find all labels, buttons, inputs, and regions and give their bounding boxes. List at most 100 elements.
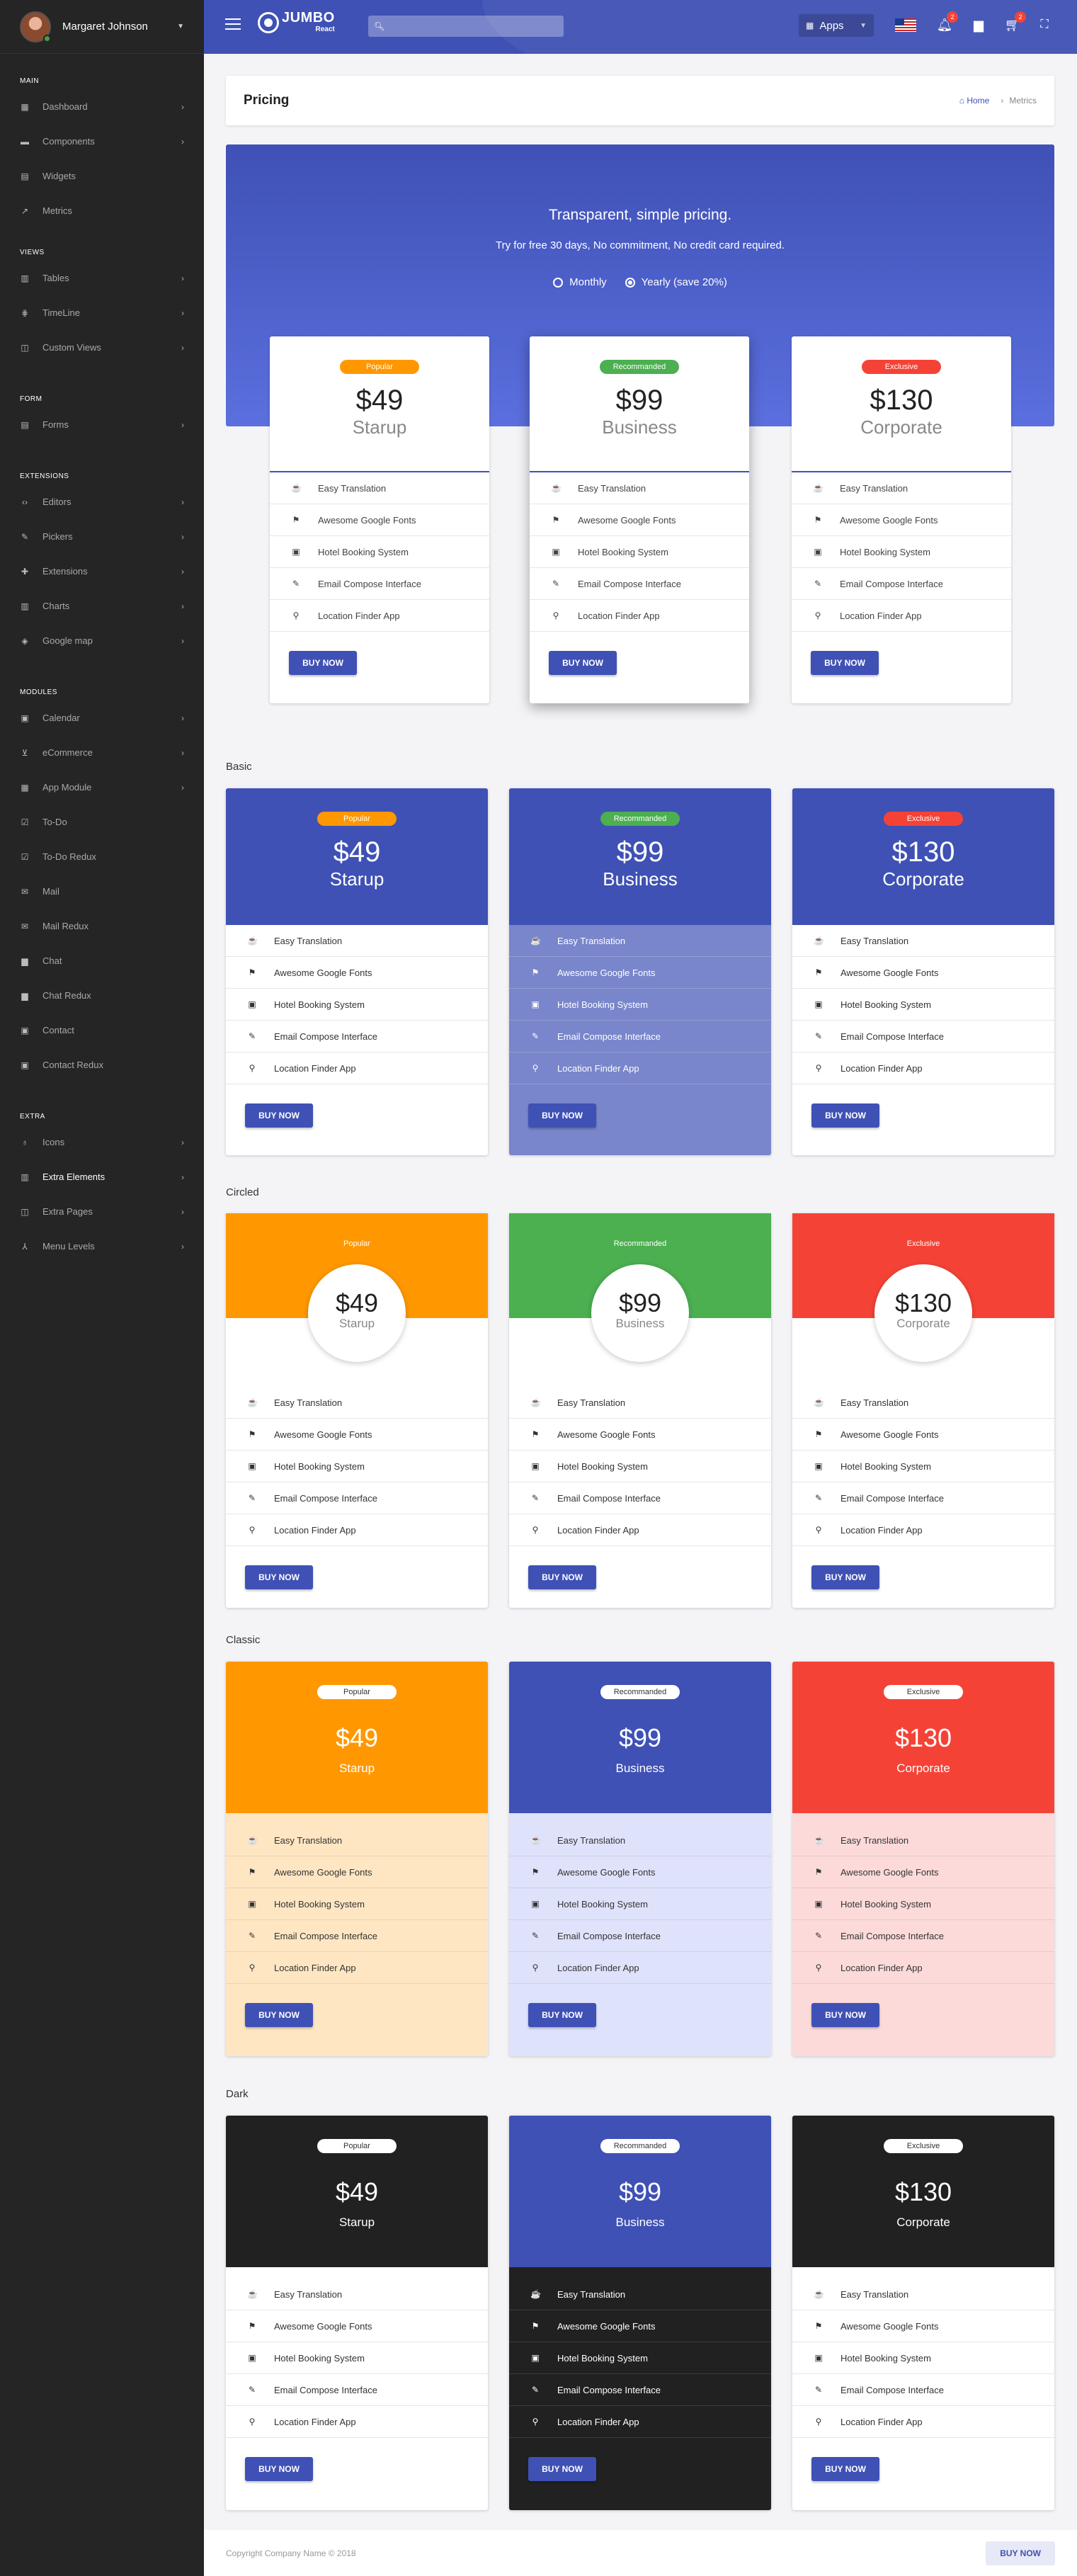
buy-now-button[interactable]: BUY NOW bbox=[811, 2003, 879, 2027]
buy-now-button[interactable]: BUY NOW bbox=[811, 1103, 879, 1128]
feature-label: Location Finder App bbox=[557, 1962, 639, 1973]
plan-name: Business bbox=[615, 1317, 665, 1330]
sidebar-item-metrics[interactable]: ↗ Metrics bbox=[0, 193, 204, 228]
footer-buy-button[interactable]: BUY NOW bbox=[986, 2541, 1055, 2565]
plan-badge: Recommanded bbox=[613, 1239, 667, 1248]
nav-section-main: Main bbox=[20, 77, 39, 85]
chevron-right-icon: › bbox=[181, 136, 184, 147]
cart-icon[interactable]: 🛒︎ 2 bbox=[1003, 11, 1026, 34]
sidebar-item-menu-levels[interactable]: ⅄ Menu Levels › bbox=[0, 1229, 204, 1264]
sidebar-item-contact-redux[interactable]: ▣ Contact Redux bbox=[0, 1048, 204, 1082]
sidebar-item-contact[interactable]: ▣ Contact bbox=[0, 1013, 204, 1048]
buy-now-button[interactable]: BUY NOW bbox=[245, 1565, 313, 1589]
feature-list: ☕ Easy Translation ⚑ Awesome Google Fonts ▣ H… bbox=[270, 472, 489, 632]
nav-section-modules: Modules bbox=[20, 688, 57, 696]
header-decoration bbox=[482, 0, 1077, 54]
feature-item: ☕ Easy Translation bbox=[226, 925, 488, 957]
sidebar-item-timeline[interactable]: ⋕ TimeLine › bbox=[0, 295, 204, 330]
sidebar-item-app-module[interactable]: ▦ App Module › bbox=[0, 770, 204, 805]
search-icon: 🔍︎ bbox=[374, 21, 385, 31]
sidebar-item-pickers[interactable]: ✎ Pickers › bbox=[0, 519, 204, 554]
sidebar-item-extra-pages[interactable]: ◫ Extra Pages › bbox=[0, 1194, 204, 1229]
plan-price: $99 bbox=[618, 1723, 662, 1752]
buy-now-button[interactable]: BUY NOW bbox=[289, 651, 357, 675]
radio-icon bbox=[553, 277, 564, 288]
hero-subtitle: Try for free 30 days, No commitment, No … bbox=[496, 239, 785, 251]
feature-label: Awesome Google Fonts bbox=[557, 967, 656, 978]
sidebar-item-chat[interactable]: ▆ Chat bbox=[0, 943, 204, 978]
sidebar-item-widgets[interactable]: ▤ Widgets bbox=[0, 159, 204, 193]
feature-label: Hotel Booking System bbox=[840, 1460, 931, 1472]
bell-icon[interactable]: 🔔︎ 2 bbox=[935, 11, 958, 34]
feature-label: Hotel Booking System bbox=[840, 999, 931, 1010]
sidebar-item-editors[interactable]: ‹› Editors › bbox=[0, 484, 204, 519]
sidebar-item-ecommerce[interactable]: ⊻ eCommerce › bbox=[0, 735, 204, 770]
search-box[interactable]: 🔍︎ bbox=[368, 16, 564, 37]
sidebar-nav: Main ▦ Dashboard › ▬ Components › ▤ Widgets ↗ Metr… bbox=[0, 62, 204, 1264]
sidebar-item-icons[interactable]: ♁ Icons › bbox=[0, 1125, 204, 1159]
sidebar-item-charts[interactable]: ▥ Charts › bbox=[0, 589, 204, 623]
pencil-icon: ✎ bbox=[531, 1931, 540, 1941]
buy-now-button[interactable]: BUY NOW bbox=[811, 651, 879, 675]
menu-icon[interactable] bbox=[225, 18, 241, 30]
buy-wrap: BUY NOW bbox=[509, 2438, 771, 2481]
sidebar-item-extra-elements[interactable]: ▥ Extra Elements › bbox=[0, 1159, 204, 1194]
calendar-icon: ▣ bbox=[531, 2353, 540, 2363]
buy-now-button[interactable]: BUY NOW bbox=[528, 2003, 596, 2027]
breadcrumb-home[interactable]: ⌂ Home bbox=[959, 96, 990, 106]
sidebar-item-custom-views[interactable]: ◫ Custom Views › bbox=[0, 330, 204, 365]
buy-now-button[interactable]: BUY NOW bbox=[528, 1103, 596, 1128]
chevron-right-icon: › bbox=[181, 747, 184, 758]
sidebar-item-mail[interactable]: ✉ Mail bbox=[0, 874, 204, 909]
feature-item: ✎ Email Compose Interface bbox=[530, 568, 749, 600]
sidebar-item-forms[interactable]: ▤ Forms › bbox=[0, 407, 204, 442]
feature-item: ☕ Easy Translation bbox=[509, 1825, 771, 1856]
radio-yearly[interactable]: Yearly (save 20%) bbox=[625, 276, 727, 288]
sidebar-item-dashboard[interactable]: ▦ Dashboard › bbox=[0, 89, 204, 124]
check-icon: ☑ bbox=[21, 817, 29, 827]
user-profile[interactable]: Margaret Johnson ▼ bbox=[0, 0, 204, 54]
pencil-icon: ✎ bbox=[552, 579, 560, 589]
feature-list: ☕ Easy Translation ⚑ Awesome Google Fonts ▣ H… bbox=[792, 1387, 1054, 1546]
sidebar-item-chat-redux[interactable]: ▆ Chat Redux bbox=[0, 978, 204, 1013]
trending-icon: ↗ bbox=[21, 205, 29, 216]
buy-now-button[interactable]: BUY NOW bbox=[811, 2457, 879, 2481]
sidebar-item-to-do-redux[interactable]: ☑ To-Do Redux bbox=[0, 839, 204, 874]
buy-now-button[interactable]: BUY NOW bbox=[245, 2457, 313, 2481]
sidebar-item-label: Menu Levels bbox=[42, 1241, 95, 1252]
us-flag-icon[interactable] bbox=[895, 18, 916, 32]
fullscreen-icon[interactable]: ⛶ bbox=[1035, 16, 1054, 34]
plan-price: $99 bbox=[615, 385, 663, 416]
location-icon: ⚲ bbox=[815, 2417, 822, 2427]
search-input[interactable] bbox=[390, 21, 554, 32]
views-icon: ◫ bbox=[21, 342, 29, 353]
sidebar-item-to-do[interactable]: ☑ To-Do bbox=[0, 805, 204, 839]
cup-icon: ☕ bbox=[814, 1835, 824, 1845]
message-icon[interactable]: ▆ bbox=[969, 16, 988, 34]
cup-icon: ☕ bbox=[530, 936, 541, 946]
sidebar-item-mail-redux[interactable]: ✉ Mail Redux bbox=[0, 909, 204, 943]
chevron-down-icon[interactable]: ▼ bbox=[177, 23, 184, 30]
avatar[interactable] bbox=[20, 11, 51, 42]
logo[interactable]: JUMBO React bbox=[258, 11, 335, 33]
buy-now-button[interactable]: BUY NOW bbox=[811, 1565, 879, 1589]
sidebar-item-calendar[interactable]: ▣ Calendar › bbox=[0, 700, 204, 735]
buy-now-button[interactable]: BUY NOW bbox=[528, 1565, 596, 1589]
buy-now-button[interactable]: BUY NOW bbox=[245, 1103, 313, 1128]
apps-dropdown[interactable]: ▦ Apps ▼ bbox=[799, 14, 874, 37]
feature-label: Awesome Google Fonts bbox=[840, 1866, 939, 1878]
feature-label: Location Finder App bbox=[840, 1062, 923, 1074]
buy-now-button[interactable]: BUY NOW bbox=[549, 651, 617, 675]
buy-now-button[interactable]: BUY NOW bbox=[245, 2003, 313, 2027]
sidebar-item-tables[interactable]: ▥ Tables › bbox=[0, 261, 204, 295]
sidebar-item-extensions[interactable]: ✚ Extensions › bbox=[0, 554, 204, 589]
sidebar-item-components[interactable]: ▬ Components › bbox=[0, 124, 204, 159]
sidebar-item-label: Extra Pages bbox=[42, 1206, 93, 1217]
user-name: Margaret Johnson bbox=[62, 21, 148, 33]
sidebar-item-google-map[interactable]: ◈ Google map › bbox=[0, 623, 204, 658]
buy-now-button[interactable]: BUY NOW bbox=[528, 2457, 596, 2481]
mail-icon: ✉ bbox=[21, 921, 29, 931]
radio-monthly[interactable]: Monthly bbox=[553, 276, 607, 288]
sidebar-item-label: App Module bbox=[42, 782, 92, 793]
